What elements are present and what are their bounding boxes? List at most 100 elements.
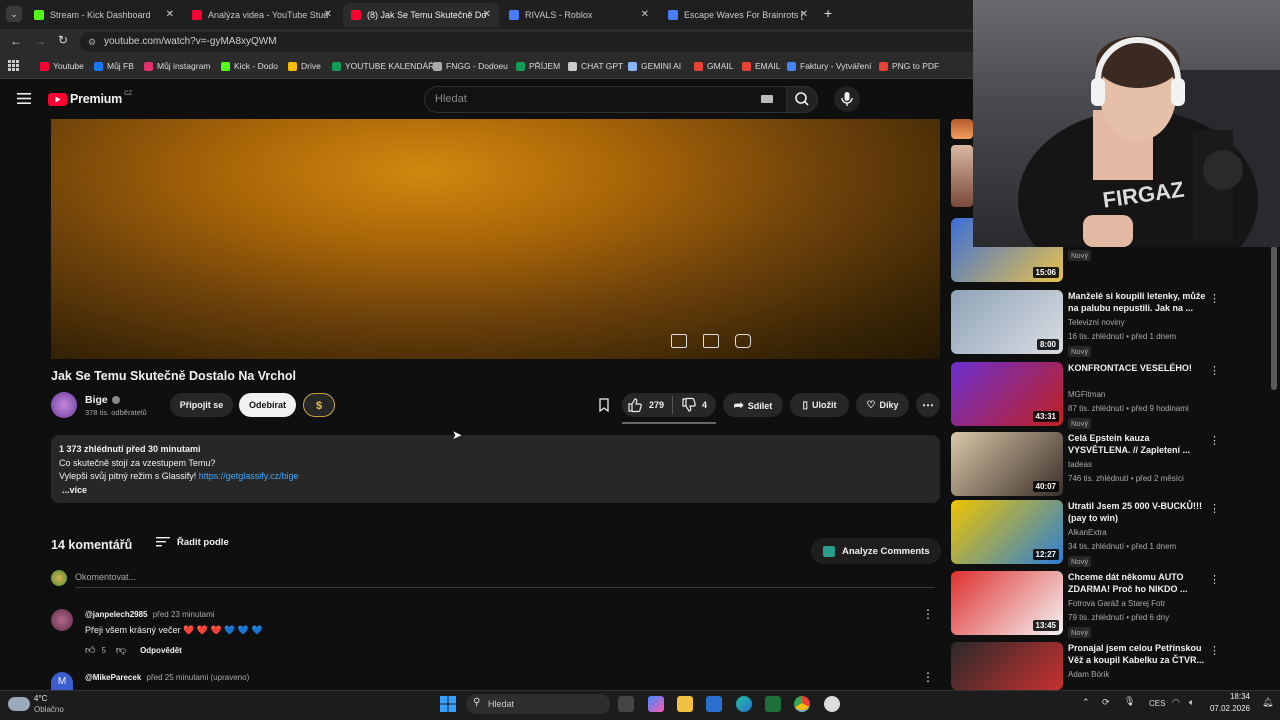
bookmark-item[interactable]: Můj instagram: [144, 61, 210, 71]
sidebar-video-item[interactable]: 40:07 Celá Epstein kauza VYSVĚTLENA. // Z…: [951, 432, 1271, 496]
sort-comments-button[interactable]: Řadit podle: [156, 536, 229, 548]
bookmark-item[interactable]: YOUTUBE KALENDÁŘ: [332, 61, 434, 71]
apps-grid-icon[interactable]: [8, 60, 19, 71]
video-title[interactable]: Celá Epstein kauza VYSVĚTLENA. // Zaplet…: [1068, 432, 1208, 456]
screenshot-camera-icon[interactable]: [735, 334, 751, 348]
app-icon[interactable]: [824, 696, 840, 712]
bookmark-item[interactable]: Můj FB: [94, 61, 134, 71]
file-explorer-icon[interactable]: [677, 696, 693, 712]
sidebar-scrollbar[interactable]: [1271, 246, 1277, 390]
notifications-bell-icon[interactable]: 🔔︎: [1262, 697, 1273, 708]
chrome-icon[interactable]: [794, 696, 810, 712]
video-title[interactable]: Manželé si koupili letenky, může na palu…: [1068, 290, 1208, 314]
comment-author[interactable]: @janpelech2985: [85, 610, 148, 619]
video-menu-icon[interactable]: ⋮: [1209, 502, 1220, 515]
hamburger-menu-icon[interactable]: [17, 93, 31, 104]
browser-tab[interactable]: Escape Waves For Brainrots [Hu ✕: [660, 3, 816, 27]
edge-icon[interactable]: [736, 696, 752, 712]
url-field[interactable]: ⚙ youtube.com/watch?v=-gyMA8xyQWM: [80, 32, 980, 52]
task-view-icon[interactable]: [618, 696, 634, 712]
video-thumbnail[interactable]: 43:31: [951, 362, 1063, 426]
new-tab-plus-icon[interactable]: +: [824, 5, 832, 21]
sidebar-video-item[interactable]: 8:00 Manželé si koupili letenky, může na …: [951, 290, 1271, 357]
video-menu-icon[interactable]: ⋮: [1209, 434, 1220, 447]
video-menu-icon[interactable]: ⋮: [1209, 573, 1220, 586]
comment-avatar[interactable]: M: [51, 672, 73, 690]
browser-tab[interactable]: (8) Jak Se Temu Skutečně Dostal✕: [343, 3, 499, 27]
copilot-icon[interactable]: [648, 696, 664, 712]
tab-close-icon[interactable]: ✕: [166, 9, 174, 20]
video-title[interactable]: Pronajal jsem celou Petřínskou Věž a kou…: [1068, 642, 1208, 666]
channel-name-row[interactable]: Bige: [85, 394, 120, 406]
tab-search-chevron-icon[interactable]: ⌄: [6, 6, 22, 22]
bookmark-item[interactable]: EMAIL: [742, 61, 781, 71]
forward-arrow-icon[interactable]: →: [34, 34, 46, 48]
glassify-link[interactable]: https://getglassify.cz/bige: [199, 471, 299, 481]
sidebar-video-item[interactable]: 43:31 KONFRONTACE VESELÉHO! ⋮ MGFitman 87 ti…: [951, 362, 1271, 429]
comment-time[interactable]: před 25 minutami (upraveno): [147, 673, 250, 682]
tab-close-icon[interactable]: ✕: [800, 9, 808, 20]
save-button[interactable]: ▯ Uložit: [790, 393, 849, 417]
search-button[interactable]: [786, 86, 818, 113]
video-title[interactable]: Chceme dát někomu AUTO ZDARMA! Proč ho N…: [1068, 571, 1208, 595]
video-title[interactable]: Utratil Jsem 25 000 V-BUCKŮ!!! (pay to w…: [1068, 500, 1208, 524]
bookmark-item[interactable]: CHAT GPT: [568, 61, 623, 71]
tab-close-icon[interactable]: ✕: [324, 9, 332, 20]
site-info-icon[interactable]: ⚙: [88, 32, 96, 52]
share-button[interactable]: ➦ Sdílet: [723, 393, 783, 417]
comment-avatar[interactable]: [51, 609, 73, 631]
volume-icon[interactable]: 🔈︎: [1189, 697, 1194, 708]
tray-mic-icon[interactable]: 🎙︎: [1124, 696, 1135, 707]
browser-tab[interactable]: Analýza videa - YouTube Studio ✕: [184, 3, 340, 27]
analyze-comments-button[interactable]: Analyze Comments: [811, 538, 941, 564]
video-thumbnail[interactable]: 8:00: [951, 290, 1063, 354]
tray-sync-icon[interactable]: ⟳: [1102, 697, 1110, 708]
clock-date[interactable]: 07.02.2026: [1204, 704, 1250, 713]
clock-time[interactable]: 18:34: [1210, 692, 1250, 701]
bookmark-item[interactable]: PŘÍJEM: [516, 61, 560, 71]
tab-close-icon[interactable]: ✕: [483, 9, 491, 20]
video-player[interactable]: [51, 119, 940, 359]
comment-author[interactable]: @MikeParecek: [85, 673, 141, 682]
sidebar-video-item[interactable]: 12:27 Utratil Jsem 25 000 V-BUCKŮ!!! (pay…: [951, 500, 1271, 567]
comment-reply-button[interactable]: Odpovědět: [140, 646, 182, 655]
sidebar-video-item[interactable]: 13:45 Chceme dát někomu AUTO ZDARMA! Proč…: [951, 571, 1271, 638]
picture-in-picture-icon[interactable]: [671, 334, 687, 348]
add-comment-input[interactable]: Okomentovat...: [75, 572, 935, 588]
channel-name[interactable]: MGFitman: [1068, 390, 1105, 399]
channel-name[interactable]: tadeas: [1068, 460, 1092, 469]
show-more-link[interactable]: ...více: [59, 484, 932, 498]
dislike-button[interactable]: 4: [681, 397, 707, 413]
thanks-button[interactable]: ♡ Díky: [856, 393, 909, 417]
tray-overflow-icon[interactable]: ⌃: [1082, 697, 1090, 708]
channel-name[interactable]: Adam Bórik: [1068, 670, 1109, 679]
like-button[interactable]: 279: [627, 397, 664, 413]
bookmark-icon[interactable]: [597, 398, 611, 412]
thanks-dollar-button[interactable]: $: [303, 393, 335, 417]
video-thumbnail[interactable]: 12:27: [951, 500, 1063, 564]
comment-dislike-icon[interactable]: 👎︎: [116, 644, 126, 656]
video-menu-icon[interactable]: ⋮: [1209, 644, 1220, 657]
comment-time[interactable]: před 23 minutami: [153, 610, 215, 619]
input-language[interactable]: CES: [1149, 699, 1165, 708]
reload-icon[interactable]: ↻: [58, 33, 68, 47]
excel-icon[interactable]: [765, 696, 781, 712]
taskbar-search[interactable]: ⚲ Hledat: [466, 694, 610, 714]
video-thumbnail[interactable]: 40:07: [951, 432, 1063, 496]
store-icon[interactable]: [706, 696, 722, 712]
video-menu-icon[interactable]: ⋮: [1209, 292, 1220, 305]
bookmark-item[interactable]: Faktury - Vytváření: [787, 61, 871, 71]
windows-start-icon[interactable]: [440, 696, 456, 712]
bookmark-item[interactable]: Youtube: [40, 61, 84, 71]
description-box[interactable]: 1 373 zhlédnutí před 30 minutami Co skut…: [51, 435, 940, 503]
tab-close-icon[interactable]: ✕: [641, 9, 649, 20]
video-title[interactable]: KONFRONTACE VESELÉHO!: [1068, 362, 1208, 374]
comment-menu-icon[interactable]: ⋮: [922, 607, 934, 621]
keyboard-icon[interactable]: [761, 95, 773, 103]
subscribe-button[interactable]: Odebírat: [239, 393, 296, 417]
bookmark-item[interactable]: Drive: [288, 61, 321, 71]
join-button[interactable]: Připojit se: [170, 393, 233, 417]
sidebar-partial-thumb[interactable]: [951, 145, 973, 207]
bookmark-item[interactable]: FNGG - Dodoeu: [433, 61, 508, 71]
transcript-icon[interactable]: [703, 334, 719, 348]
